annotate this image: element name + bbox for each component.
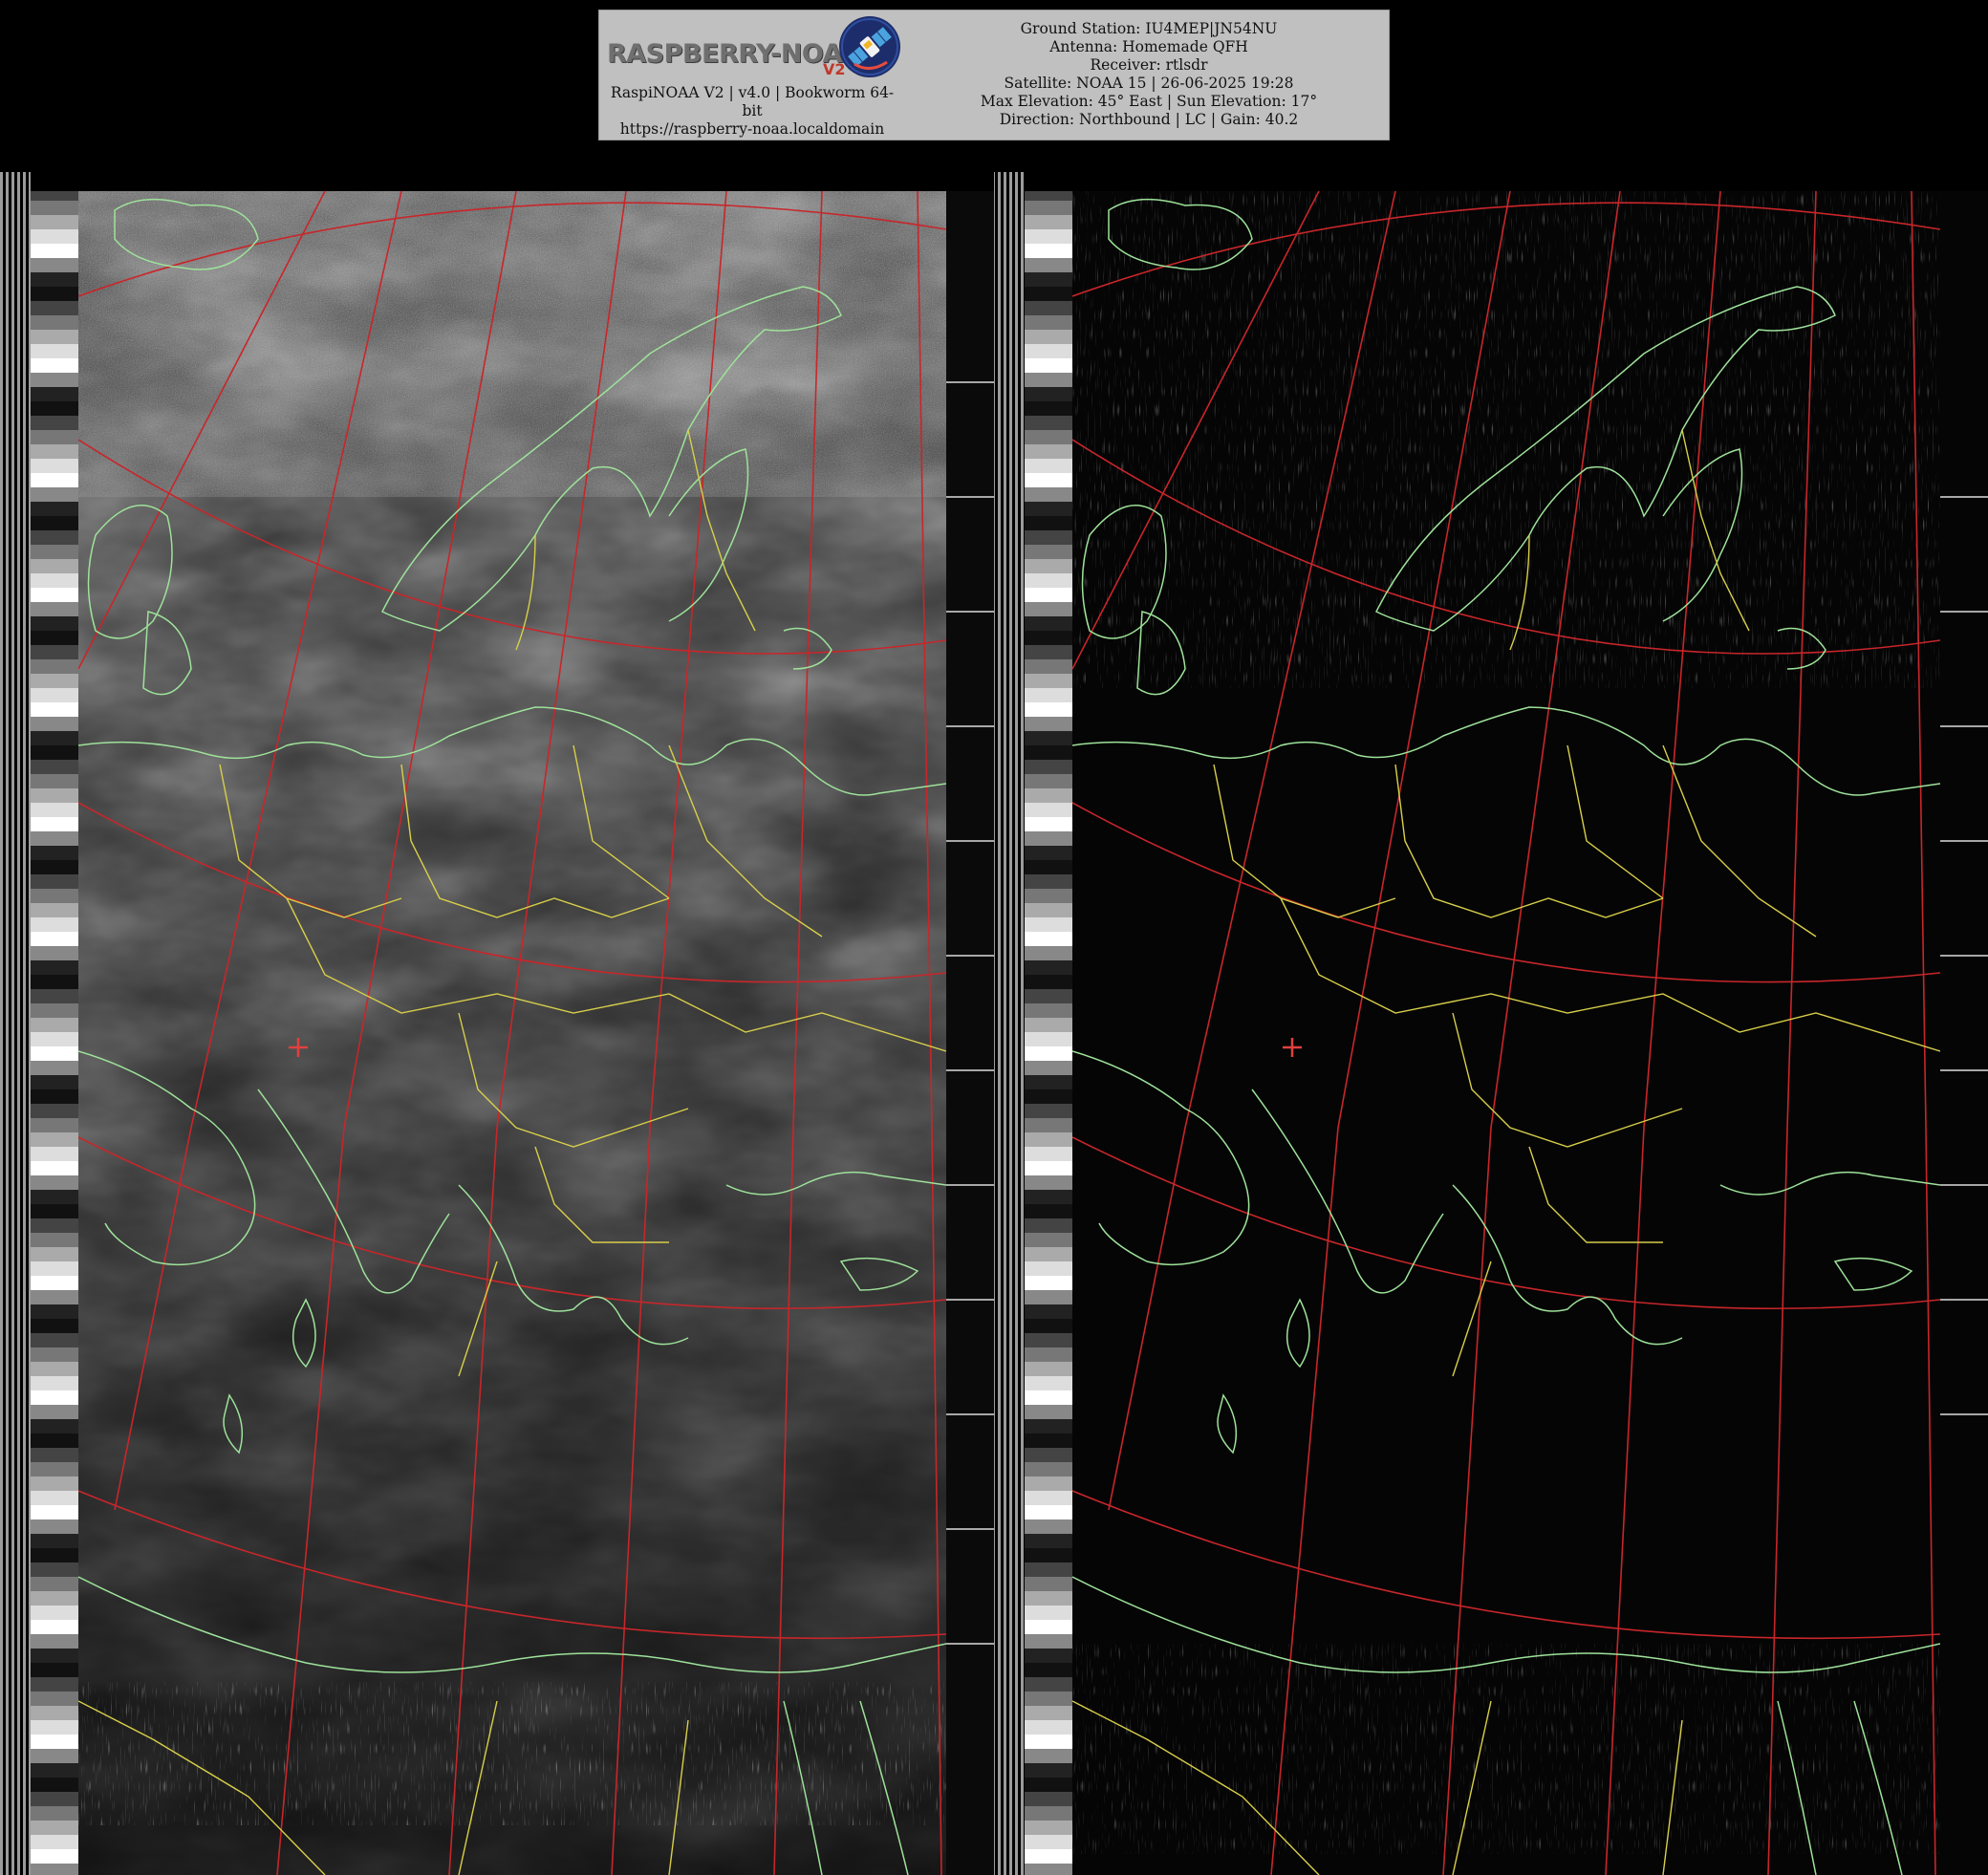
software-version-line: RaspiNOAA V2 | v4.0 | Bookworm 64- [610,84,895,101]
telemetry-strip-b [1025,191,1072,1875]
telemetry-strip-a [31,191,78,1875]
antenna-line: Antenna: Homemade QFH [1049,38,1248,55]
sync-strip-b [994,172,1025,1875]
channel-b-image [1072,191,1940,1875]
elevation-line: Max Elevation: 45° East | Sun Elevation:… [980,93,1318,110]
direction-line: Direction: Northbound | LC | Gain: 40.2 [999,111,1299,128]
software-version-line-wrap: bit [742,102,763,119]
receiver-line: Receiver: rtlsdr [1090,56,1208,74]
software-caption: RaspiNOAA V2 | v4.0 | Bookworm 64- bit h… [599,84,905,139]
sync-strip-a [0,172,31,1875]
ground-station-line: Ground Station: IU4MEP|JN54NU [1020,20,1278,37]
channel-a-image [78,191,946,1875]
space-view-a [946,191,994,1875]
raspberry-noaa-logo: RASPBERRY-NOAA V2 [603,14,909,91]
pass-details: Ground Station: IU4MEP|JN54NU Antenna: H… [910,20,1388,129]
satellite-icon [839,16,900,77]
space-view-b [1940,191,1988,1875]
pass-info-header: RASPBERRY-NOAA V2 RaspiNOAA V2 | v4.0 | … [598,10,1390,140]
apt-satellite-image [0,172,1988,1875]
satellite-line: Satellite: NOAA 15 | 26-06-2025 19:28 [1004,75,1294,92]
station-url: https://raspberry-noaa.localdomain [619,120,885,138]
